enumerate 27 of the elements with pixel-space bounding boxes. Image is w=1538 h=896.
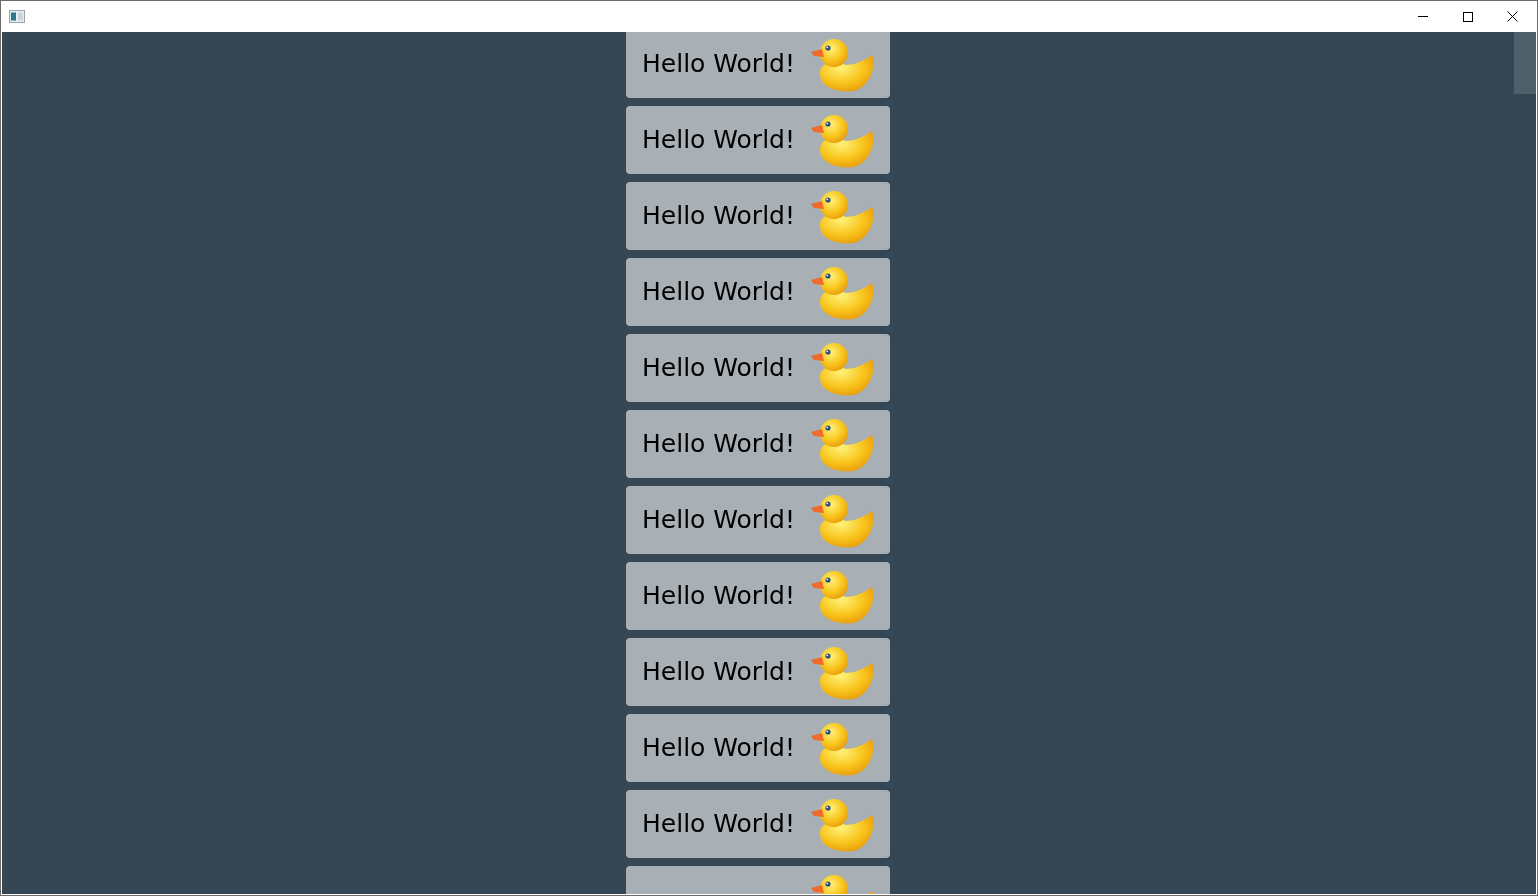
list-card[interactable]: Hello World! [626,486,890,554]
close-icon [1507,11,1518,22]
scrollbar-thumb[interactable] [1514,32,1536,94]
minimize-icon [1417,16,1428,17]
list-card[interactable]: Hello World! [626,182,890,250]
card-label: Hello World! [642,124,795,157]
list-card[interactable]: Hello World! [626,562,890,630]
list-card[interactable]: Hello World! [626,638,890,706]
list-card[interactable]: Hello World! [626,410,890,478]
card-label: Hello World! [642,48,795,81]
list-card[interactable]: Hello World! [626,106,890,174]
list-card[interactable]: Hello World! [626,334,890,402]
card-label: Hello World! [642,276,795,309]
card-label: Hello World! [642,580,795,613]
card-label: Hello World! [642,352,795,385]
list-card[interactable]: Hello World! [626,790,890,858]
list-card[interactable]: Hello World! [626,714,890,782]
card-label: Hello World! [642,504,795,537]
card-label: Hello World! [642,732,795,765]
card-label: Hello World! [642,656,795,689]
maximize-icon [1462,11,1473,22]
card-label: Hello World! [642,808,795,841]
list-card[interactable]: Hello World! [626,258,890,326]
card-label: Hello World! [642,200,795,233]
app-icon [9,10,25,23]
card-label: Hello World! [642,428,795,461]
list-card[interactable]: Hello World! [626,32,890,98]
